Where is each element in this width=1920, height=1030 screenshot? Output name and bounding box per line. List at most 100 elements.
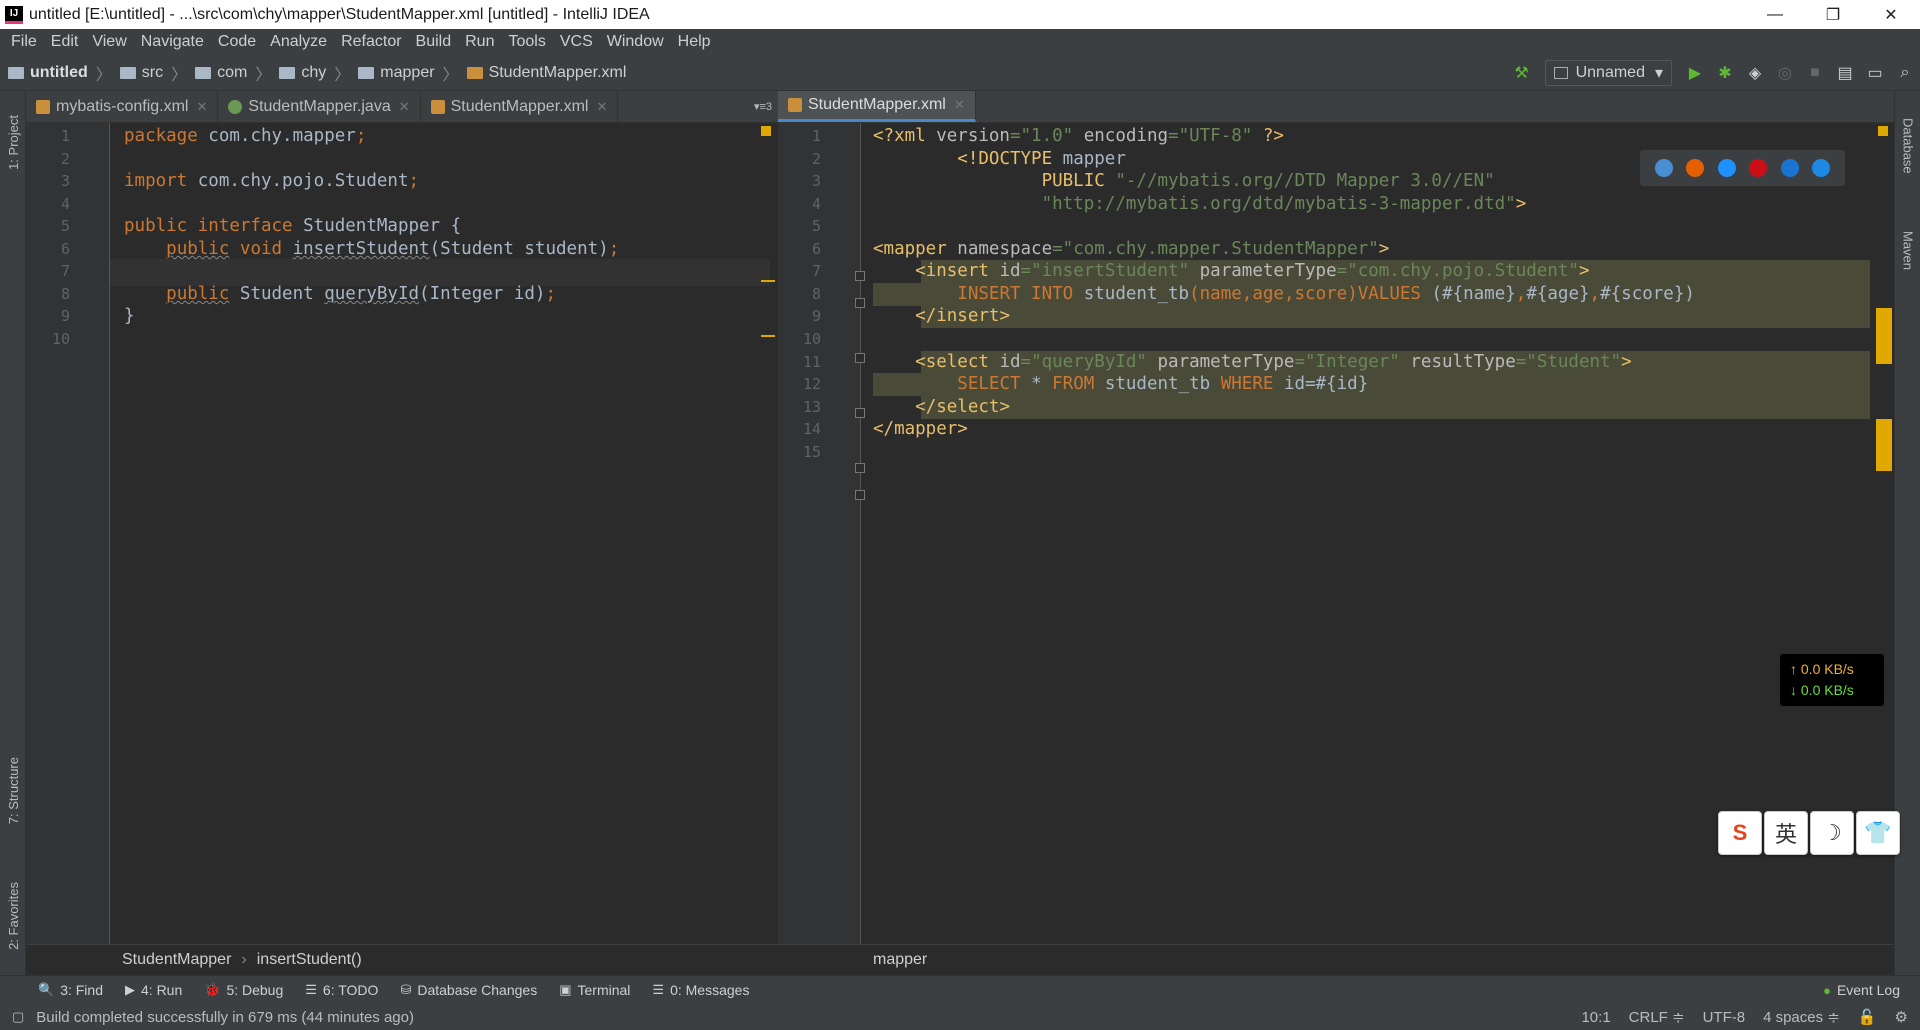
menu-refactor[interactable]: Refactor <box>334 33 408 51</box>
tab-studentmapper-java[interactable]: StudentMapper.java ✕ <box>218 91 421 122</box>
tool-tab-project[interactable]: 1: Project <box>0 97 26 187</box>
tool-tab-structure[interactable]: 7: Structure <box>0 741 26 841</box>
edge-icon[interactable] <box>1812 159 1831 177</box>
left-editor[interactable]: 1 package com.chy.mapper; 2 3 import com.chy… <box>26 123 778 944</box>
fold-toggle-icon[interactable] <box>855 463 865 473</box>
presentation-icon[interactable]: ▭ <box>1860 58 1890 88</box>
warning-stripe[interactable] <box>761 335 775 337</box>
menu-help[interactable]: Help <box>671 33 718 51</box>
search-icon[interactable]: ⌕ <box>1890 58 1920 88</box>
fold-toggle-icon[interactable] <box>855 298 865 308</box>
run-configuration-select[interactable]: Unnamed ▾ <box>1544 60 1672 86</box>
tool-window-database-changes[interactable]: ⛁ Database Changes <box>400 982 537 998</box>
chrome-icon[interactable] <box>1654 159 1673 177</box>
fold-toggle-icon[interactable] <box>855 271 865 281</box>
code-token: SELECT <box>957 374 1032 395</box>
code-token: ="com.chy.mapper.StudentMapper" <box>1052 238 1379 259</box>
tool-window-todo[interactable]: ☰ 6: TODO <box>305 982 378 998</box>
skin-shirt-icon[interactable]: 👕 <box>1856 811 1900 855</box>
menu-view[interactable]: View <box>85 33 133 51</box>
opera-icon[interactable] <box>1749 159 1768 177</box>
breadcrumb-class[interactable]: StudentMapper <box>122 951 231 969</box>
stop-icon[interactable]: ■ <box>1800 58 1830 88</box>
nav-crumb-mapper[interactable]: mapper 〉 <box>358 61 459 85</box>
restore-button[interactable]: ❐ <box>1804 0 1862 29</box>
tool-tab-favorites[interactable]: 2: Favorites <box>0 866 26 966</box>
ime-language-toggle[interactable]: 英 <box>1764 811 1808 855</box>
menu-code[interactable]: Code <box>211 33 263 51</box>
tool-window-debug[interactable]: 🐞 5: Debug <box>204 982 283 998</box>
code-line[interactable]: "http://mybatis.org/dtd/mybatis-3-mapper… <box>873 191 1527 219</box>
nav-crumb-file[interactable]: StudentMapper.xml <box>466 64 626 82</box>
menu-edit[interactable]: Edit <box>44 33 86 51</box>
internet-explorer-icon[interactable] <box>1780 159 1799 177</box>
menu-window[interactable]: Window <box>600 33 671 51</box>
debug-icon[interactable]: ✱ <box>1710 58 1740 88</box>
close-icon[interactable]: ✕ <box>196 99 207 115</box>
close-icon[interactable]: ✕ <box>596 99 607 115</box>
nav-crumb-com[interactable]: com 〉 <box>195 61 271 85</box>
close-icon[interactable]: ✕ <box>954 97 965 113</box>
menu-analyze[interactable]: Analyze <box>263 33 334 51</box>
menu-navigate[interactable]: Navigate <box>134 33 211 51</box>
close-icon[interactable]: ✕ <box>399 99 410 115</box>
code-line[interactable]: </mapper> <box>873 416 968 444</box>
menu-tools[interactable]: Tools <box>501 33 552 51</box>
tab-studentmapper-xml-right[interactable]: StudentMapper.xml ✕ <box>778 91 976 122</box>
sogou-logo-icon[interactable]: S <box>1718 811 1762 855</box>
encoding-select[interactable]: UTF-8 <box>1703 1009 1746 1026</box>
tab-overflow-button[interactable]: ▾≡3 <box>754 100 778 122</box>
project-structure-icon[interactable]: ▤ <box>1830 58 1860 88</box>
close-button[interactable]: ✕ <box>1862 0 1920 29</box>
coverage-icon[interactable]: ◈ <box>1740 58 1770 88</box>
code-line[interactable]: </insert> <box>873 303 1010 331</box>
warning-marker[interactable] <box>761 126 771 136</box>
warning-stripe[interactable] <box>761 280 775 282</box>
code-line[interactable]: package com.chy.mapper; <box>124 123 366 151</box>
menu-file[interactable]: File <box>4 33 44 51</box>
breadcrumb-tag[interactable]: mapper <box>873 951 927 969</box>
event-log-button[interactable]: ● Event Log <box>1823 982 1900 998</box>
run-icon[interactable]: ▶ <box>1680 58 1710 88</box>
warning-stripe[interactable] <box>1876 419 1892 471</box>
warning-marker[interactable] <box>1878 126 1888 136</box>
fold-toggle-icon[interactable] <box>855 490 865 500</box>
moon-icon[interactable]: ☽ <box>1810 811 1854 855</box>
tool-window-terminal[interactable]: ▣ Terminal <box>559 982 630 998</box>
code-token: ="com.chy.pojo.Student" <box>1336 261 1579 282</box>
code-line[interactable]: import com.chy.pojo.Student; <box>124 168 419 196</box>
nav-crumb-chy[interactable]: chy 〉 <box>279 61 350 85</box>
profile-icon[interactable]: ◎ <box>1770 58 1800 88</box>
build-hammer-icon[interactable]: ⚒ <box>1507 58 1537 88</box>
indent-select[interactable]: 4 spaces ≑ <box>1763 1008 1840 1026</box>
menu-run[interactable]: Run <box>458 33 501 51</box>
inspector-icon[interactable]: ⚙ <box>1895 1008 1908 1026</box>
tool-tab-maven[interactable]: Maven <box>1895 211 1920 291</box>
tool-window-find[interactable]: 🔍 3: Find <box>38 982 103 998</box>
status-toggle-icon[interactable]: ▢ <box>12 1009 24 1025</box>
warning-stripe[interactable] <box>1876 308 1892 364</box>
fold-toggle-icon[interactable] <box>855 408 865 418</box>
lock-icon[interactable]: 🔓 <box>1858 1008 1877 1026</box>
code-token: <select <box>915 351 1000 372</box>
code-line[interactable]: public Student queryById(Integer id); <box>124 281 556 309</box>
code-line[interactable]: public void insertStudent(Student studen… <box>124 236 619 264</box>
minimize-button[interactable]: — <box>1746 0 1804 29</box>
nav-crumb-project[interactable]: untitled 〉 <box>8 61 112 85</box>
breadcrumb-method[interactable]: insertStudent() <box>257 951 362 969</box>
firefox-icon[interactable] <box>1686 159 1705 177</box>
tab-mybatis-config[interactable]: mybatis-config.xml ✕ <box>26 91 219 122</box>
fold-toggle-icon[interactable] <box>855 353 865 363</box>
line-separator-select[interactable]: CRLF ≑ <box>1629 1008 1685 1026</box>
injection-highlight <box>921 305 1870 329</box>
nav-crumb-src[interactable]: src 〉 <box>119 61 187 85</box>
caret-position[interactable]: 10:1 <box>1581 1009 1610 1026</box>
tab-studentmapper-xml-left[interactable]: StudentMapper.xml ✕ <box>421 91 619 122</box>
safari-icon[interactable] <box>1717 159 1736 177</box>
menu-vcs[interactable]: VCS <box>553 33 600 51</box>
menu-build[interactable]: Build <box>409 33 459 51</box>
tool-tab-database[interactable]: Database <box>1895 101 1920 191</box>
tool-window-run[interactable]: ▶ 4: Run <box>125 982 182 998</box>
code-line[interactable]: } <box>124 303 135 331</box>
tool-window-messages[interactable]: ☰ 0: Messages <box>652 982 749 998</box>
